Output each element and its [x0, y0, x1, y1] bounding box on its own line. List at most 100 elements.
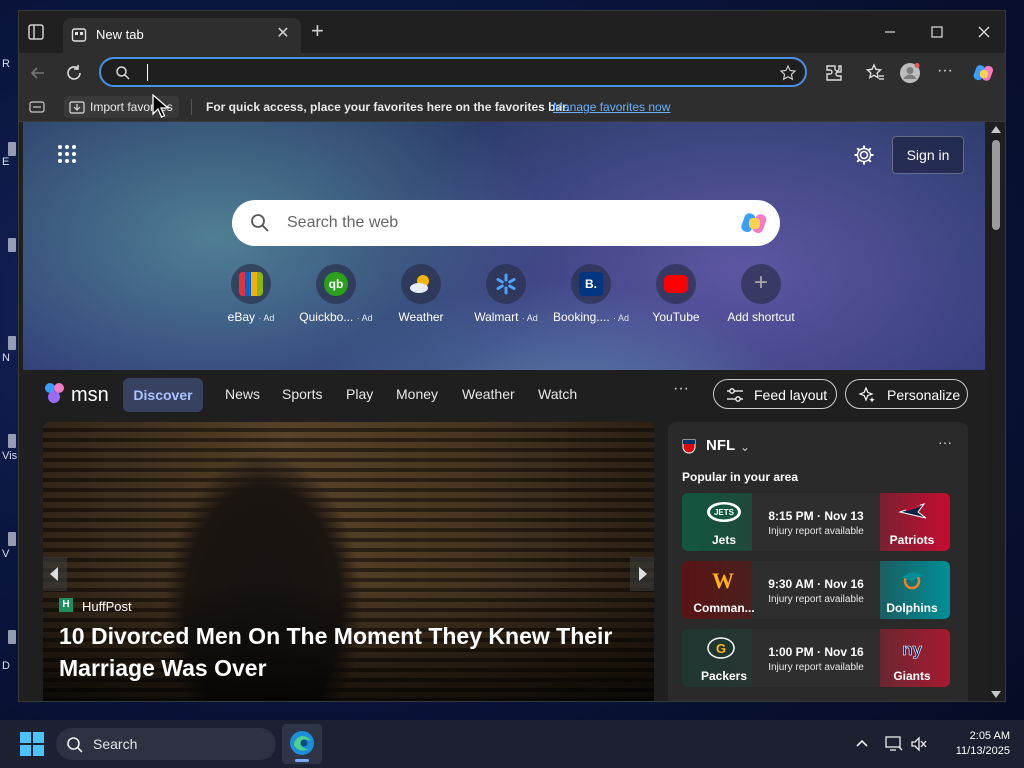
- close-tab-icon[interactable]: ✕: [275, 26, 291, 42]
- msn-brand[interactable]: msn: [71, 384, 109, 407]
- taskbar: Search 2:05 AM 11/13/2025: [0, 720, 1024, 768]
- search-placeholder: Search the web: [287, 214, 399, 231]
- sign-in-button[interactable]: Sign in: [892, 136, 964, 174]
- sparkle-icon: [858, 387, 875, 403]
- shortcut-quickbooks[interactable]: qb Quickbo... · Ad: [293, 264, 379, 324]
- article-source[interactable]: HuffPost: [82, 599, 132, 614]
- shortcut-booking[interactable]: B. Booking.... · Ad: [548, 264, 634, 324]
- giants-logo-icon: ny: [902, 640, 923, 660]
- favorites-icon[interactable]: [864, 62, 886, 84]
- favorite-star-icon[interactable]: [779, 64, 797, 82]
- back-arrow-icon[interactable]: [27, 62, 49, 84]
- team-right: Patriots: [889, 533, 935, 547]
- sports-subtitle: Popular in your area: [682, 470, 799, 484]
- close-window-icon[interactable]: [969, 19, 999, 45]
- desktop-icon[interactable]: [8, 238, 16, 252]
- game-row[interactable]: JETS 8:15 PM · Nov 13 Injury report avai…: [682, 493, 950, 551]
- scroll-down-icon[interactable]: [991, 691, 1001, 698]
- page-scrollbar[interactable]: [987, 122, 1005, 701]
- extensions-icon[interactable]: [823, 62, 845, 84]
- youtube-icon: [656, 264, 696, 304]
- shortcut-label: eBay: [227, 310, 255, 324]
- settings-gear-icon[interactable]: [853, 144, 875, 166]
- svg-text:ny: ny: [902, 640, 922, 659]
- import-icon: [69, 101, 85, 114]
- ebay-icon: [231, 264, 271, 304]
- msn-logo-icon[interactable]: [43, 380, 69, 406]
- league-name[interactable]: NFL: [706, 437, 735, 454]
- shortcut-label: Booking....: [552, 310, 610, 324]
- shortcut-label: Add shortcut: [727, 310, 795, 324]
- copilot-icon[interactable]: [973, 62, 995, 84]
- tab-watch[interactable]: Watch: [538, 386, 577, 402]
- web-search-box[interactable]: Search the web: [232, 200, 780, 246]
- address-bar[interactable]: [99, 57, 807, 87]
- scroll-up-icon[interactable]: [991, 126, 1001, 133]
- desktop-icon[interactable]: [8, 434, 16, 448]
- tab-sports[interactable]: Sports: [282, 386, 322, 402]
- desktop-icon[interactable]: [8, 630, 16, 644]
- system-clock[interactable]: 2:05 AM 11/13/2025: [940, 729, 1010, 759]
- maximize-icon[interactable]: [922, 19, 952, 45]
- search-icon: [116, 66, 130, 80]
- ad-badge: · Ad: [613, 313, 630, 323]
- article-headline[interactable]: 10 Divorced Men On The Moment They Knew …: [59, 620, 649, 684]
- taskbar-edge-app[interactable]: [282, 724, 322, 764]
- display-icon[interactable]: [885, 735, 903, 753]
- shortcut-youtube[interactable]: YouTube: [633, 264, 719, 324]
- more-menu-icon[interactable]: ···: [937, 62, 959, 84]
- tab-bar: New tab ✕ +: [19, 11, 1005, 53]
- volume-muted-icon[interactable]: [910, 735, 928, 753]
- hero-article-card[interactable]: H HuffPost 10 Divorced Men On The Moment…: [43, 422, 654, 701]
- carousel-prev-button[interactable]: [43, 557, 67, 591]
- desktop-icon[interactable]: [8, 532, 16, 546]
- scroll-thumb[interactable]: [992, 140, 1000, 230]
- desktop-letter: V: [2, 548, 10, 560]
- taskbar-search-box[interactable]: Search: [56, 728, 276, 760]
- app-launcher-icon[interactable]: [57, 144, 77, 164]
- search-icon: [251, 214, 269, 232]
- personalize-button[interactable]: Personalize: [845, 379, 968, 409]
- windows-start-icon[interactable]: [20, 732, 44, 756]
- tab-actions-icon[interactable]: [27, 23, 45, 41]
- carousel-next-button[interactable]: [630, 557, 654, 591]
- msn-feed: msn Discover News Sports Play Money Weat…: [23, 370, 985, 701]
- team-right: Dolphins: [886, 601, 938, 615]
- copilot-icon[interactable]: [740, 209, 770, 237]
- shortcut-walmart[interactable]: Walmart · Ad: [463, 264, 549, 324]
- team-left: Jets: [711, 533, 737, 547]
- tab-weather[interactable]: Weather: [462, 386, 515, 402]
- tab-money[interactable]: Money: [396, 386, 438, 402]
- favorites-bar-toggle-icon[interactable]: [29, 100, 45, 114]
- card-menu-button[interactable]: ···: [938, 434, 952, 450]
- dolphins-logo-icon: [901, 572, 925, 590]
- desktop-icon[interactable]: [8, 336, 16, 350]
- more-tabs-button[interactable]: ···: [673, 380, 689, 398]
- favorites-hint: For quick access, place your favorites h…: [206, 100, 570, 114]
- jets-logo-icon: JETS: [707, 502, 741, 522]
- desktop-icon[interactable]: [8, 142, 16, 156]
- nfl-shield-icon: [682, 439, 696, 454]
- minimize-icon[interactable]: [875, 19, 905, 45]
- manage-favorites-link[interactable]: Manage favorites now: [553, 100, 670, 114]
- desktop-letter: N: [2, 352, 10, 364]
- feed-layout-button[interactable]: Feed layout: [713, 379, 837, 409]
- game-row[interactable]: W 9:30 AM · Nov 16 Injury report availab…: [682, 561, 950, 619]
- add-shortcut-button[interactable]: + Add shortcut: [718, 264, 804, 324]
- new-tab-icon[interactable]: +: [311, 20, 329, 42]
- tab-play[interactable]: Play: [346, 386, 373, 402]
- chevron-down-icon[interactable]: ⌄: [740, 440, 750, 454]
- tab-news[interactable]: News: [225, 386, 260, 402]
- chevron-up-icon[interactable]: [854, 735, 870, 751]
- tab-new-tab[interactable]: New tab ✕: [63, 18, 301, 53]
- ad-badge: · Ad: [258, 313, 275, 323]
- desktop-edge: R E N Vis V D: [0, 0, 18, 720]
- refresh-icon[interactable]: [63, 62, 85, 84]
- profile-avatar-icon[interactable]: [899, 62, 921, 84]
- mouse-pointer-icon: [152, 94, 170, 118]
- shortcut-ebay[interactable]: eBay · Ad: [208, 264, 294, 324]
- shortcut-weather[interactable]: Weather: [378, 264, 464, 324]
- svg-text:G: G: [716, 641, 726, 656]
- tab-discover[interactable]: Discover: [123, 378, 203, 412]
- game-row[interactable]: G ny 1:00 PM · Nov 16 Injury report avai…: [682, 629, 950, 687]
